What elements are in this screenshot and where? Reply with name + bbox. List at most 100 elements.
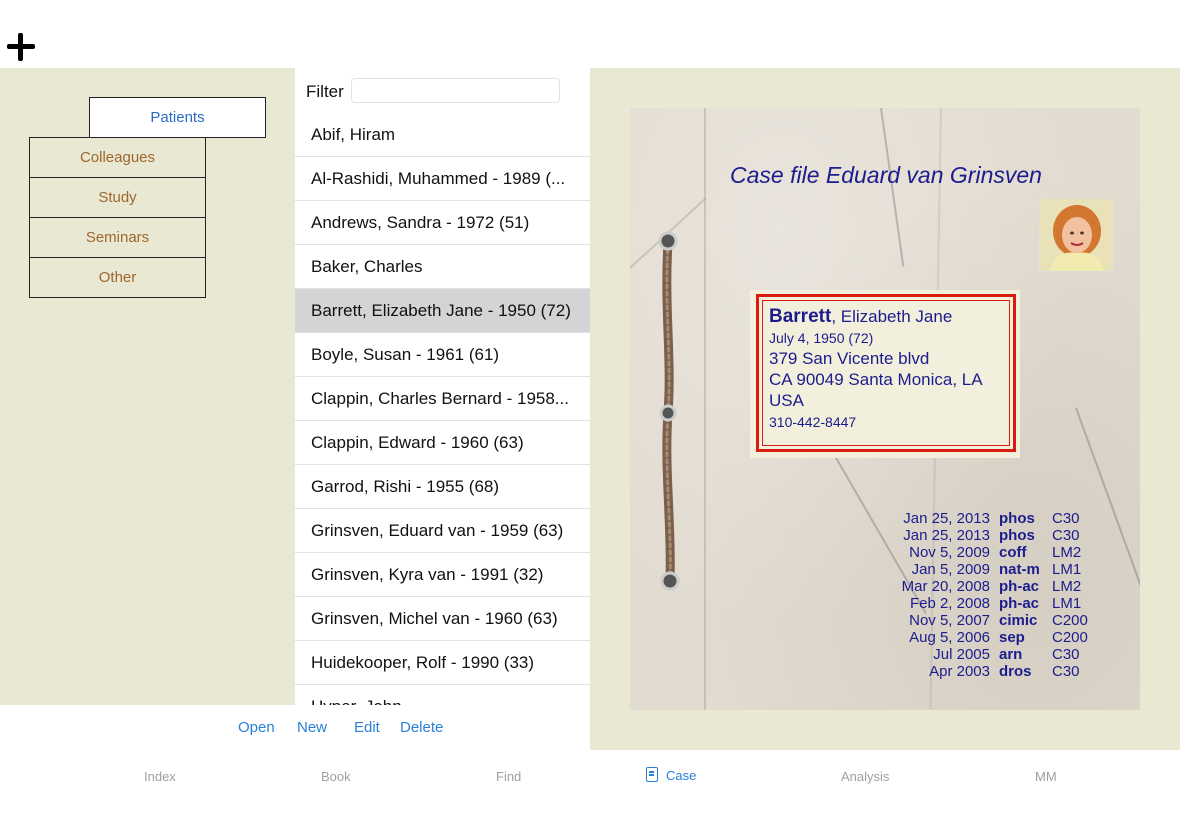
patient-list-item[interactable]: Abif, Hiram xyxy=(295,113,590,157)
list-actions-bar: Open New Edit Delete xyxy=(0,705,590,750)
filter-label: Filter xyxy=(306,82,344,101)
tab-find[interactable]: Find xyxy=(496,769,521,784)
patient-country: USA xyxy=(769,391,804,410)
history-date: Jan 25, 2013 xyxy=(903,510,990,527)
history-row[interactable]: Aug 5, 2006 sep C200 xyxy=(630,629,1110,646)
patient-name-label: Grinsven, Kyra van - 1991 (32) xyxy=(311,564,544,584)
history-potency: LM1 xyxy=(1052,595,1082,612)
nav-tab-study[interactable]: Study xyxy=(29,177,206,218)
patient-name-label: Al-Rashidi, Muhammed - 1989 (... xyxy=(311,168,566,188)
nav-tab-patients[interactable]: Patients xyxy=(89,97,266,138)
history-date: Jul 2005 xyxy=(933,646,990,663)
patient-list-item[interactable]: Baker, Charles xyxy=(295,245,590,289)
history-remedy: phos xyxy=(999,510,1035,527)
patient-list-item[interactable]: Clappin, Edward - 1960 (63) xyxy=(295,421,590,465)
patient-list: Abif, Hiram Al-Rashidi, Muhammed - 1989 (… xyxy=(295,113,590,705)
history-date: Apr 2003 xyxy=(929,663,990,680)
history-remedy: phos xyxy=(999,527,1035,544)
history-remedy: sep xyxy=(999,629,1025,646)
patient-list-item[interactable]: Grinsven, Eduard van - 1959 (63) xyxy=(295,509,590,553)
history-date: Nov 5, 2009 xyxy=(909,544,990,561)
patient-street: 379 San Vicente blvd xyxy=(769,349,930,368)
tab-case[interactable]: Case xyxy=(646,767,696,783)
history-potency: LM2 xyxy=(1052,578,1082,595)
patient-name-label: Grinsven, Eduard van - 1959 (63) xyxy=(311,520,564,540)
history-potency: C30 xyxy=(1052,510,1080,527)
history-date: Feb 2, 2008 xyxy=(909,595,990,612)
patient-name: Barrett, Elizabeth Jane xyxy=(769,306,953,327)
tab-mm[interactable]: MM xyxy=(1035,769,1057,784)
nav-tab-seminars[interactable]: Seminars xyxy=(29,217,206,258)
history-row[interactable]: Feb 2, 2008 ph-ac LM1 xyxy=(630,595,1110,612)
patient-photo[interactable] xyxy=(1038,198,1114,272)
patient-list-item[interactable]: Hyper, John xyxy=(295,685,590,706)
history-row[interactable]: Apr 2003 dros C30 xyxy=(630,663,1110,680)
history-row[interactable]: Jan 25, 2013 phos C30 xyxy=(630,510,1110,527)
history-remedy: cimic xyxy=(999,612,1038,629)
patient-dob: July 4, 1950 (72) xyxy=(769,330,874,346)
history-remedy: ph-ac xyxy=(999,578,1040,595)
patient-list-item[interactable]: Clappin, Charles Bernard - 1958... xyxy=(295,377,590,421)
patient-name-label: Clappin, Charles Bernard - 1958... xyxy=(311,388,569,408)
patient-list-item[interactable]: Garrod, Rishi - 1955 (68) xyxy=(295,465,590,509)
patient-list-item[interactable]: Boyle, Susan - 1961 (61) xyxy=(295,333,590,377)
tab-analysis[interactable]: Analysis xyxy=(841,769,889,784)
patient-name-label: Baker, Charles xyxy=(311,256,423,276)
patient-label-card[interactable]: Barrett, Elizabeth Jane July 4, 1950 (72… xyxy=(750,290,1020,458)
open-button[interactable]: Open xyxy=(238,719,275,736)
app-window: Patients Colleagues Study Seminars Other… xyxy=(0,0,1180,820)
case-file-area: Case file Eduard van Grinsven Barrett, E… xyxy=(590,68,1180,750)
nav-tab-colleagues[interactable]: Colleagues xyxy=(29,137,206,178)
patient-list-item[interactable]: Al-Rashidi, Muhammed - 1989 (... xyxy=(295,157,590,201)
nav-tab-other[interactable]: Other xyxy=(29,257,206,298)
filter-input[interactable] xyxy=(351,78,560,103)
new-button[interactable]: New xyxy=(297,719,327,736)
patient-list-item[interactable]: Grinsven, Michel van - 1960 (63) xyxy=(295,597,590,641)
history-date: Nov 5, 2007 xyxy=(909,612,990,629)
patient-name-label: Garrod, Rishi - 1955 (68) xyxy=(311,476,500,496)
patient-list-panel: Filter Abif, Hiram Al-Rashidi, Muhammed -… xyxy=(295,68,590,705)
history-potency: C30 xyxy=(1052,646,1080,663)
bottom-tab-bar: Index Book Find Case Analysis MM xyxy=(0,750,1180,820)
left-navigation-panel: Patients Colleagues Study Seminars Other xyxy=(0,68,295,705)
patient-name-label: Hyper, John xyxy=(311,697,402,706)
add-icon[interactable] xyxy=(6,32,36,62)
history-potency: LM2 xyxy=(1052,544,1082,561)
delete-button[interactable]: Delete xyxy=(400,719,443,736)
history-date: Aug 5, 2006 xyxy=(909,629,990,646)
history-remedy: dros xyxy=(999,663,1032,680)
history-potency: LM1 xyxy=(1052,561,1082,578)
history-date: Jan 25, 2013 xyxy=(903,527,990,544)
patient-list-item[interactable]: Andrews, Sandra - 1972 (51) xyxy=(295,201,590,245)
patient-list-item[interactable]: Huidekooper, Rolf - 1990 (33) xyxy=(295,641,590,685)
history-remedy: coff xyxy=(999,544,1027,561)
tab-index[interactable]: Index xyxy=(144,769,176,784)
patient-name-label: Abif, Hiram xyxy=(311,124,396,144)
history-row[interactable]: Jul 2005 arn C30 xyxy=(630,646,1110,663)
history-row[interactable]: Nov 5, 2007 cimic C200 xyxy=(630,612,1110,629)
history-row[interactable]: Nov 5, 2009 coff LM2 xyxy=(630,544,1110,561)
patient-phone: 310-442-8447 xyxy=(769,414,857,430)
case-folder[interactable]: Case file Eduard van Grinsven Barrett, E… xyxy=(630,108,1140,710)
patient-name-label: Clappin, Edward - 1960 (63) xyxy=(311,432,524,452)
history-date: Mar 20, 2008 xyxy=(901,578,990,595)
history-potency: C200 xyxy=(1052,612,1088,629)
case-title: Case file Eduard van Grinsven xyxy=(730,162,1042,188)
patient-name-label: Grinsven, Michel van - 1960 (63) xyxy=(311,608,558,628)
history-remedy: arn xyxy=(999,646,1023,663)
patient-name-label: Andrews, Sandra - 1972 (51) xyxy=(311,212,530,232)
history-row[interactable]: Jan 5, 2009 nat-m LM1 xyxy=(630,561,1110,578)
patient-name-label: Barrett, Elizabeth Jane - 1950 (72) xyxy=(311,300,571,320)
history-remedy: nat-m xyxy=(999,561,1040,578)
tab-book[interactable]: Book xyxy=(321,769,351,784)
history-row[interactable]: Jan 25, 2013 phos C30 xyxy=(630,527,1110,544)
patient-name-label: Huidekooper, Rolf - 1990 (33) xyxy=(311,652,535,672)
patient-list-item[interactable]: Barrett, Elizabeth Jane - 1950 (72) xyxy=(295,289,590,333)
edit-button[interactable]: Edit xyxy=(354,719,380,736)
history-remedy: ph-ac xyxy=(999,595,1040,612)
patient-list-item[interactable]: Grinsven, Kyra van - 1991 (32) xyxy=(295,553,590,597)
history-row[interactable]: Mar 20, 2008 ph-ac LM2 xyxy=(630,578,1110,595)
patient-name-label: Boyle, Susan - 1961 (61) xyxy=(311,344,500,364)
tab-case-label: Case xyxy=(666,768,697,783)
history-potency: C200 xyxy=(1052,629,1088,646)
